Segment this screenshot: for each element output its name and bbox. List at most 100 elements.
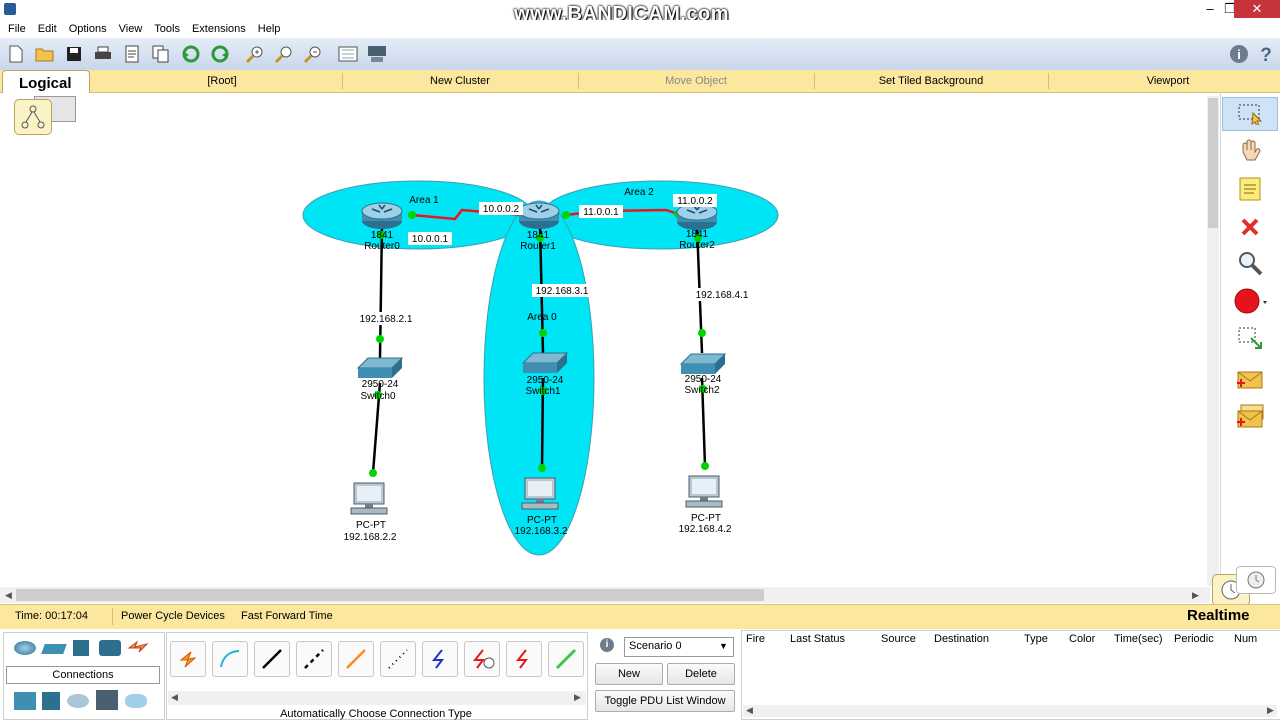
router1-name: Router1 — [520, 241, 556, 252]
scenario-selected-value: Scenario 0 — [629, 640, 682, 652]
pdu-col-source: Source — [881, 633, 916, 645]
switch1-model: 2950-24 — [527, 375, 564, 386]
router0-model: 1841 — [371, 230, 394, 241]
coaxial-cable-icon[interactable] — [422, 641, 458, 677]
zoom-out-icon[interactable] — [302, 43, 324, 65]
draw-ellipse-tool-icon[interactable] — [1222, 284, 1278, 318]
toggle-pdu-list-button[interactable]: Toggle PDU List Window — [595, 690, 735, 712]
menu-file[interactable]: File — [2, 20, 32, 38]
connections-category-icon[interactable] — [127, 638, 151, 658]
open-folder-icon[interactable] — [34, 43, 56, 65]
octal-cable-icon[interactable] — [548, 641, 584, 677]
auto-connection-icon[interactable] — [170, 641, 206, 677]
canvas-horizontal-scrollbar[interactable]: ◀ ▶ — [0, 587, 1210, 603]
undo-icon[interactable] — [180, 43, 202, 65]
zoom-reset-icon[interactable] — [273, 43, 295, 65]
simulation-mode-icon[interactable] — [1236, 566, 1276, 594]
wireless-category-icon[interactable] — [99, 640, 121, 656]
end-devices-category-icon[interactable] — [14, 692, 36, 710]
pdu-col-num: Num — [1234, 633, 1258, 645]
hand-tool-icon[interactable] — [1222, 134, 1278, 168]
custom-devices-category-icon[interactable] — [96, 690, 118, 710]
add-simple-pdu-icon[interactable] — [1222, 362, 1278, 396]
set-tiled-background-button[interactable]: Set Tiled Background — [814, 70, 1048, 92]
menu-options[interactable]: Options — [63, 20, 113, 38]
hubs-category-icon[interactable] — [73, 640, 89, 656]
power-cycle-devices-button[interactable]: Power Cycle Devices — [121, 610, 225, 622]
custom-device-icon[interactable] — [366, 43, 388, 65]
info-icon[interactable]: i — [1228, 43, 1250, 65]
routers-category-icon[interactable] — [14, 641, 36, 655]
print-icon[interactable] — [92, 43, 114, 65]
topology-diagram: Area 1 Area 2 Area 0 1841 Router0 1841 R… — [302, 180, 779, 556]
add-complex-pdu-icon[interactable] — [1222, 400, 1278, 434]
note-tool-icon[interactable] — [1222, 172, 1278, 206]
area2-label: Area 2 — [624, 187, 654, 198]
move-object-button[interactable]: Move Object — [578, 70, 814, 92]
connection-type-description: Automatically Choose Connection Type — [280, 708, 472, 720]
wan-emulation-category-icon[interactable] — [67, 694, 89, 708]
viewport-button[interactable]: Viewport — [1048, 70, 1280, 92]
crossover-cable-icon[interactable] — [296, 641, 332, 677]
scenario-select[interactable]: Scenario 0 ▼ — [624, 637, 734, 657]
straight-through-cable-icon[interactable] — [254, 641, 290, 677]
serial-dte-cable-icon[interactable] — [506, 641, 542, 677]
multiuser-category-icon[interactable] — [125, 694, 147, 708]
r1-serial2-ip-label: 11.0.0.1 — [583, 207, 619, 218]
menu-tools[interactable]: Tools — [148, 20, 186, 38]
pdu-list-scrollbar[interactable]: ◀ ▶ — [743, 705, 1277, 717]
scenario-info-icon[interactable]: i — [600, 638, 614, 652]
redo-icon[interactable] — [209, 43, 231, 65]
svg-text:i: i — [1237, 47, 1241, 62]
fast-forward-time-button[interactable]: Fast Forward Time — [241, 610, 333, 622]
security-category-icon[interactable] — [42, 692, 60, 710]
switches-category-icon[interactable] — [41, 644, 67, 654]
copy-icon[interactable] — [150, 43, 172, 65]
pc1-ip: 192.168.3.2 — [515, 526, 568, 537]
menu-edit[interactable]: Edit — [32, 20, 63, 38]
help-icon[interactable]: ? — [1255, 43, 1277, 65]
elapsed-time: Time: 00:17:04 — [15, 610, 88, 622]
router1-icon — [518, 202, 560, 230]
canvas-vertical-scrollbar[interactable] — [1207, 96, 1219, 586]
select-tool-icon[interactable] — [1222, 97, 1278, 131]
logical-workspace-canvas[interactable]: Area 1 Area 2 Area 0 1841 Router0 1841 R… — [0, 93, 1220, 587]
palette-icon[interactable] — [337, 43, 359, 65]
switch0-name: Switch0 — [360, 391, 395, 402]
time-status-bar: Time: 00:17:04 Power Cycle Devices Fast … — [0, 604, 1280, 630]
main-toolbar: i ? — [0, 38, 1280, 71]
activity-wizard-icon[interactable] — [121, 43, 143, 65]
pc2-ip: 192.168.4.2 — [679, 524, 732, 535]
r1-lan-ip-label: 192.168.3.1 — [536, 286, 589, 297]
menu-view[interactable]: View — [113, 20, 149, 38]
inspect-tool-icon[interactable] — [1222, 246, 1278, 280]
router0-icon — [361, 202, 403, 230]
close-icon[interactable]: ✕ — [1234, 0, 1280, 18]
fiber-cable-icon[interactable] — [338, 641, 374, 677]
pc2-model: PC-PT — [691, 513, 721, 524]
title-bar: www.BANDICAM.com – ❐ ✕ — [0, 0, 1280, 25]
delete-scenario-button[interactable]: Delete — [667, 663, 735, 685]
phone-cable-icon[interactable] — [380, 641, 416, 677]
save-icon[interactable] — [63, 43, 85, 65]
r0-lan-ip-label: 192.168.2.1 — [360, 314, 413, 325]
new-scenario-button[interactable]: New — [595, 663, 663, 685]
area0-label: Area 0 — [527, 312, 557, 323]
new-file-icon[interactable] — [5, 43, 27, 65]
area2-ellipse — [541, 180, 779, 250]
pc0-model: PC-PT — [356, 520, 386, 531]
menu-help[interactable]: Help — [252, 20, 287, 38]
realtime-mode-label[interactable]: Realtime — [1187, 607, 1250, 624]
new-cluster-button[interactable]: New Cluster — [342, 70, 578, 92]
connection-scrollbar[interactable]: ◀ ▶ — [168, 691, 586, 705]
pdu-col-time: Time(sec) — [1114, 633, 1163, 645]
console-cable-icon[interactable] — [212, 641, 248, 677]
root-button[interactable]: [Root] — [102, 70, 342, 92]
router2-model: 1841 — [686, 229, 709, 240]
delete-tool-icon[interactable] — [1222, 210, 1278, 244]
menu-extensions[interactable]: Extensions — [186, 20, 252, 38]
serial-dce-cable-icon[interactable] — [464, 641, 500, 677]
switch2-name: Switch2 — [684, 385, 719, 396]
resize-shape-tool-icon[interactable] — [1222, 322, 1278, 356]
zoom-in-icon[interactable] — [244, 43, 266, 65]
